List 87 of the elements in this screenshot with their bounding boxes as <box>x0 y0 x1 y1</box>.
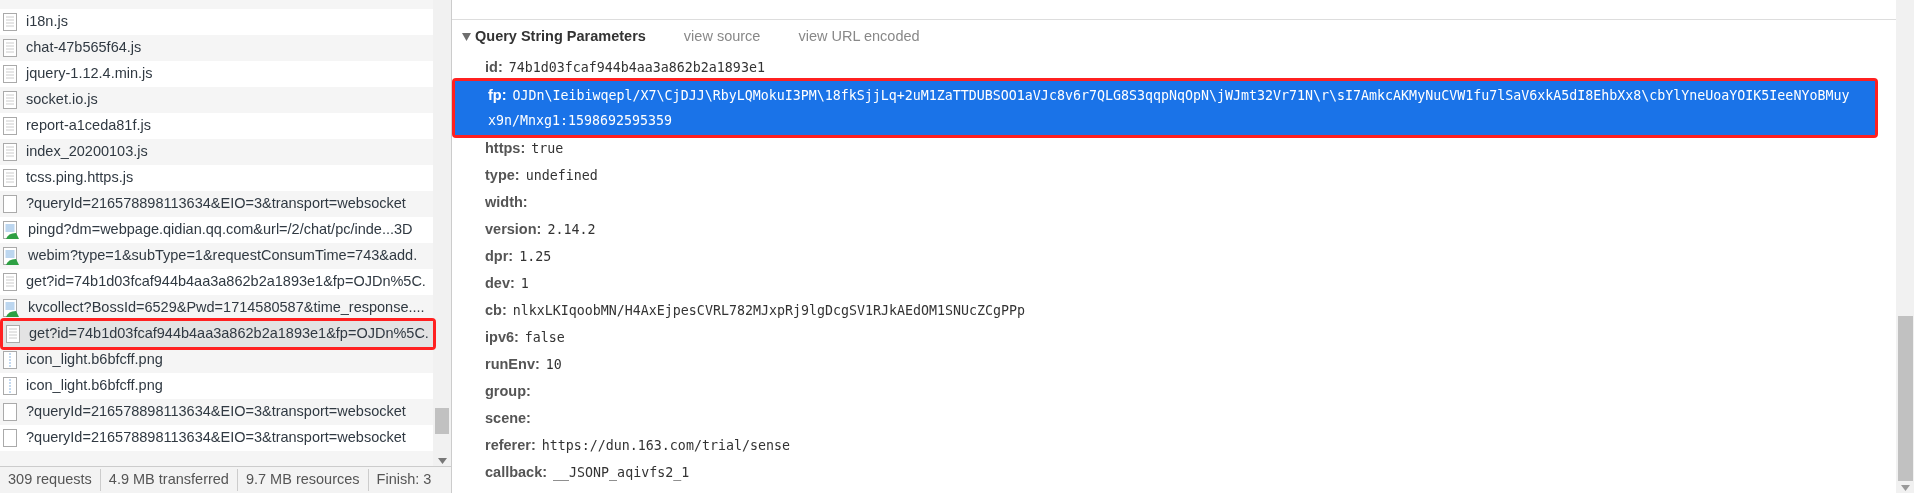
status-text: 309 requests <box>7 470 93 490</box>
request-name: tcss.ping.https.js <box>26 168 134 188</box>
param-row[interactable]: width: <box>452 189 1896 216</box>
image-file-icon <box>3 221 19 239</box>
scrollbar[interactable] <box>1896 0 1914 493</box>
status-text: 9.7 MB resources <box>236 469 368 491</box>
param-row[interactable]: fp: OJDn\Ieibiwqepl/X7\CjDJJ\RbyLQMokuI3PM\18fkSjjLq+2uM1ZaTTDUBSOO1aVJc8v6r7QLG8S3qqpNqOpN\jWJmt32Vr71N\r\sI7AmkcAKMyNuCVW1fu7lSaV6xkA5dI8EhbXx8\cbYlYneUoaYOIK5IeeNYoBMuyx9n/Mnxg1:1598692595359 <box>455 81 1875 135</box>
scroll-down-icon[interactable] <box>437 458 447 464</box>
param-row[interactable]: scene: <box>452 405 1896 432</box>
document-icon <box>6 325 20 343</box>
param-row[interactable]: cb: nlkxLKIqoobMN/H4AxEjpesCVRL782MJxpRj9lgDcgSV1RJkAEdOM1SNUcZCgPPp <box>452 297 1896 324</box>
param-text: id: 74b1d03fcaf944b4aa3a862b2a1893e1 <box>485 57 765 77</box>
request-row[interactable]: get?id=74b1d03fcaf944b4aa3a862b2a1893e1&fp=OJDn%5C. <box>3 321 433 347</box>
request-name: index_20200103.js <box>26 142 148 162</box>
expand-triangle-icon[interactable] <box>462 33 471 41</box>
document-icon <box>3 169 17 187</box>
param-text: callback: __JSONP_aqivfs2_1 <box>485 462 690 483</box>
param-text: dev: 1 <box>485 273 529 293</box>
request-name: socket.io.js <box>26 90 98 110</box>
request-row[interactable]: index_20200103.js <box>0 139 433 165</box>
param-row[interactable]: referer: https://dun.163.com/trial/sense <box>452 432 1896 459</box>
image-file-icon <box>3 247 19 265</box>
request-name: chat-47b565f64.js <box>26 38 142 58</box>
param-row[interactable]: id: 74b1d03fcaf944b4aa3a862b2a1893e1 <box>452 54 1896 81</box>
blank-file-icon <box>3 403 17 421</box>
param-text: https: true <box>485 138 564 158</box>
request-row[interactable]: kvcollect?BossId=6529&Pwd=1714580587&time_response.... <box>0 295 433 321</box>
scrollbar[interactable] <box>433 0 451 466</box>
image-file-icon <box>3 377 17 395</box>
request-name: icon_light.b6bfcff.png <box>26 350 163 370</box>
request-name: report-a1ceda81f.js <box>26 116 151 136</box>
request-row[interactable]: ?queryId=216578898113634&EIO=3&transport=websocket <box>0 399 433 425</box>
param-text: cb: nlkxLKIqoobMN/H4AxEjpesCVRL782MJxpRj9lgDcgSV1RJkAEdOM1SNUcZCgPPp <box>485 300 1026 320</box>
document-icon <box>3 143 17 161</box>
section-title: Query String Parameters <box>475 27 646 47</box>
request-name: pingd?dm=webpage.qidian.qq.com&url=/2/chat/pc/inde...3D <box>28 220 413 240</box>
image-file-icon <box>3 299 19 317</box>
param-row[interactable]: ipv6: false <box>452 324 1896 351</box>
param-row[interactable]: type: undefined <box>452 162 1896 189</box>
request-name: get?id=74b1d03fcaf944b4aa3a862b2a1893e1&fp=OJDn%5C. <box>29 324 429 344</box>
document-icon <box>3 39 17 57</box>
request-name: jquery-1.12.4.min.js <box>26 64 153 84</box>
request-name: icon_light.b6bfcff.png <box>26 376 163 396</box>
blank-file-icon <box>3 429 17 447</box>
param-row[interactable]: dev: 1 <box>452 270 1896 297</box>
param-text: type: undefined <box>485 165 598 185</box>
scrollbar-thumb[interactable] <box>435 408 449 434</box>
param-text: fp: OJDn\Ieibiwqepl/X7\CjDJJ\RbyLQMokuI3PM\18fkSjjLq+2uM1ZaTTDUBSOO1aVJc8v6r7QLG8S3qqpNqOpN\jWJmt32Vr71N\r\sI7AmkcAKMyNuCVW1fu7lSaV6xkA5dI8EhbXx8\cbYlYneUoaYOIK5IeeNYoBMuyx9n/Mnxg1:1598692595359 <box>488 87 1850 128</box>
request-name: ?queryId=216578898113634&EIO=3&transport=websocket <box>26 428 406 448</box>
param-text: ipv6: false <box>485 327 565 347</box>
request-name: ?queryId=216578898113634&EIO=3&transport=websocket <box>26 194 406 214</box>
param-row[interactable]: version: 2.14.2 <box>452 216 1896 243</box>
request-name: kvcollect?BossId=6529&Pwd=1714580587&time_response.... <box>28 298 425 318</box>
document-icon <box>3 91 17 109</box>
param-text: dpr: 1.25 <box>485 246 552 266</box>
view-link[interactable]: view source <box>683 26 761 48</box>
document-icon <box>3 65 17 83</box>
document-icon <box>3 273 17 291</box>
request-name: i18n.js <box>26 12 68 32</box>
param-text: version: 2.14.2 <box>485 219 596 239</box>
image-file-icon <box>3 351 17 369</box>
status-text: 4.9 MB transferred <box>99 469 237 491</box>
param-row[interactable]: group: <box>452 378 1896 405</box>
request-row[interactable]: chat-47b565f64.js <box>0 35 433 61</box>
request-name: get?id=74b1d03fcaf944b4aa3a862b2a1893e1&fp=OJDn%5C. <box>26 272 426 292</box>
request-row[interactable]: socket.io.js <box>0 87 433 113</box>
param-row[interactable]: https: true <box>452 135 1896 162</box>
param-row[interactable]: dpr: 1.25 <box>452 243 1896 270</box>
param-row[interactable]: callback: __JSONP_aqivfs2_1 <box>452 459 1896 486</box>
param-text: scene: <box>485 408 531 428</box>
document-icon <box>3 117 17 135</box>
param-text: width: <box>485 192 528 212</box>
request-name: ?queryId=216578898113634&EIO=3&transport=websocket <box>26 402 406 422</box>
scrollbar-thumb[interactable] <box>1897 316 1913 481</box>
request-row[interactable]: ?queryId=216578898113634&EIO=3&transport=websocket <box>0 191 433 217</box>
request-name: webim?type=1&subType=1&requestConsumTime=743&add. <box>28 246 418 266</box>
document-icon <box>3 13 17 31</box>
request-row[interactable]: webim?type=1&subType=1&requestConsumTime=743&add. <box>0 243 433 269</box>
blank-file-icon <box>3 195 17 213</box>
param-row[interactable]: runEnv: 10 <box>452 351 1896 378</box>
param-text: referer: https://dun.163.com/trial/sense <box>485 435 790 455</box>
scroll-down-icon[interactable] <box>1900 485 1910 491</box>
view-link[interactable]: view URL encoded <box>798 26 920 48</box>
param-text: group: <box>485 381 531 401</box>
section-header[interactable]: Query String Parameters <box>462 26 646 48</box>
param-text: runEnv: 10 <box>485 354 562 374</box>
status-text: Finish: 3 <box>367 469 440 491</box>
